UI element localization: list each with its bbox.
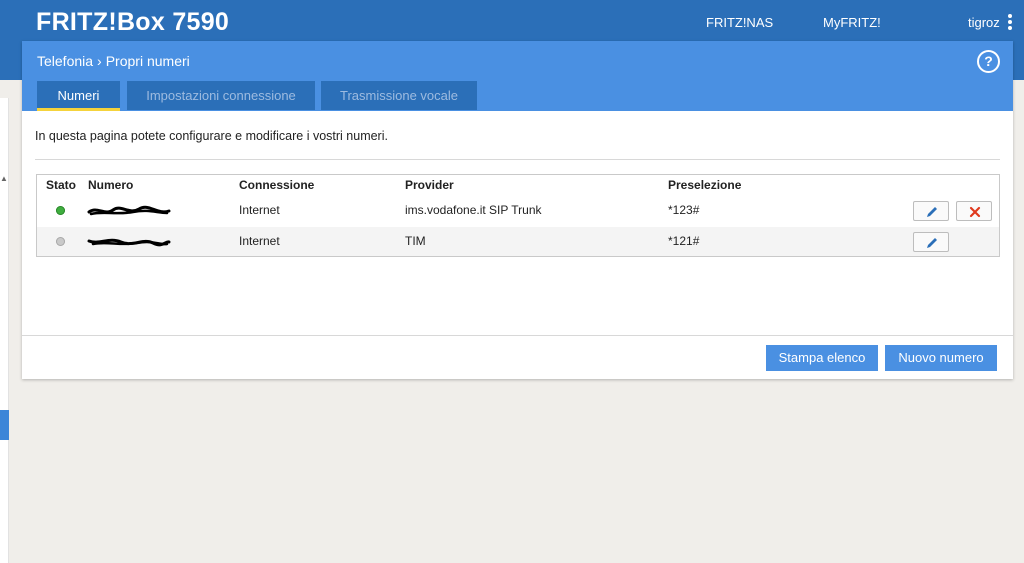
divider xyxy=(35,159,1000,160)
nav-user[interactable]: tigroz xyxy=(968,15,1000,30)
tab-numeri[interactable]: Numeri xyxy=(37,81,120,111)
table-row[interactable]: Internet TIM *121# xyxy=(37,227,999,256)
sidebar-active-marker[interactable] xyxy=(0,410,9,440)
tab-impostazioni-connessione[interactable]: Impostazioni connessione xyxy=(127,81,315,110)
connection-cell: Internet xyxy=(239,234,280,248)
caret-icon: ▲ xyxy=(0,174,8,183)
brand-title[interactable]: FRITZ!Box 7590 xyxy=(36,8,229,37)
pencil-icon xyxy=(927,207,937,217)
breadcrumb: Telefonia › Propri numeri xyxy=(37,53,190,69)
column-header-provider: Provider xyxy=(405,178,454,192)
column-header-numero: Numero xyxy=(88,178,134,192)
footer-divider xyxy=(22,335,1013,336)
numbers-table: Stato Numero Connessione Provider Presel… xyxy=(36,174,1000,257)
breadcrumb-page: Propri numeri xyxy=(105,53,190,69)
status-offline-icon xyxy=(56,237,65,246)
delete-button[interactable] xyxy=(956,201,992,221)
new-number-button[interactable]: Nuovo numero xyxy=(885,345,997,371)
connection-cell: Internet xyxy=(239,203,280,217)
chevron-right-icon: › xyxy=(97,53,102,69)
intro-text: In questa pagina potete configurare e mo… xyxy=(35,129,388,143)
edit-button[interactable] xyxy=(913,201,949,221)
pencil-icon xyxy=(927,238,937,248)
column-header-preselezione: Preselezione xyxy=(668,178,742,192)
vertical-dots-icon[interactable] xyxy=(1006,14,1014,30)
panel-header: Telefonia › Propri numeri ? Numeri Imposta… xyxy=(22,41,1013,111)
preselection-cell: *123# xyxy=(668,203,700,217)
status-online-icon xyxy=(56,206,65,215)
nav-fritznas[interactable]: FRITZ!NAS xyxy=(706,15,773,30)
print-list-button[interactable]: Stampa elenco xyxy=(766,345,878,371)
nav-myfritz[interactable]: MyFRITZ! xyxy=(823,15,881,30)
table-row[interactable]: Internet ims.vodafone.it SIP Trunk *123# xyxy=(37,196,999,225)
redacted-number xyxy=(87,238,171,247)
left-sidebar xyxy=(0,98,9,563)
breadcrumb-section[interactable]: Telefonia xyxy=(37,53,93,69)
column-header-connessione: Connessione xyxy=(239,178,315,192)
column-header-stato: Stato xyxy=(46,178,76,192)
provider-cell: ims.vodafone.it SIP Trunk xyxy=(405,203,542,217)
redacted-number xyxy=(87,205,171,216)
preselection-cell: *121# xyxy=(668,234,700,248)
close-icon xyxy=(969,206,981,218)
tab-trasmissione-vocale[interactable]: Trasmissione vocale xyxy=(321,81,477,110)
provider-cell: TIM xyxy=(405,234,426,248)
edit-button[interactable] xyxy=(913,232,949,252)
main-panel: Telefonia › Propri numeri ? Numeri Imposta… xyxy=(22,41,1013,379)
help-icon[interactable]: ? xyxy=(977,50,1000,73)
